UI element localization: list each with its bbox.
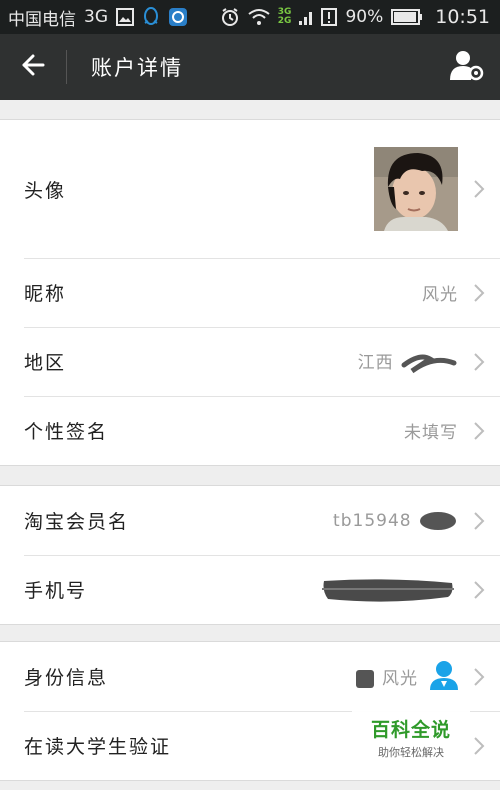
battery-icon [391, 9, 423, 25]
dual-network-indicator: 3G 2G [277, 7, 292, 26]
chevron-right-icon [458, 421, 500, 441]
verified-person-icon [430, 660, 458, 694]
carrier-label: 中国电信 [8, 9, 76, 30]
wifi-icon [248, 8, 270, 26]
notification-icon [321, 8, 338, 26]
status-bar: 中国电信 3G 3G 2G 90% 10:51 [0, 0, 500, 34]
back-arrow-icon [21, 54, 45, 80]
watermark: 百科全说 助你轻松解决 [352, 708, 470, 766]
region-row[interactable]: 地区 江西 [0, 327, 500, 396]
avatar-label: 头像 [24, 179, 67, 202]
signature-value: 未填写 [404, 423, 458, 443]
battery-percent: 90% [345, 7, 384, 27]
region-value: 江西 [358, 348, 458, 375]
taobao-name-row[interactable]: 淘宝会员名 tb15948 [0, 486, 500, 555]
region-label: 地区 [24, 352, 67, 374]
signal-icon [299, 9, 313, 25]
alarm-icon [220, 7, 240, 27]
phone-value [318, 575, 458, 605]
network-label: 3G [84, 7, 108, 27]
header: 账户详情 [0, 34, 500, 100]
taobao-name-text: tb15948 [333, 510, 412, 531]
redaction-scribble [401, 354, 457, 374]
phone-row[interactable]: 手机号 [0, 555, 500, 624]
signature-label: 个性签名 [24, 421, 109, 443]
avatar-row[interactable]: 头像 [0, 120, 500, 258]
nickname-label: 昵称 [24, 283, 67, 305]
user-settings-icon [449, 49, 485, 85]
identity-value: 风光 [354, 664, 418, 690]
taobao-name-value: tb15948 [333, 509, 458, 533]
page-title: 账户详情 [91, 56, 183, 80]
chevron-right-icon [458, 283, 500, 303]
watermark-main: 百科全说 [370, 718, 451, 741]
identity-row[interactable]: 身份信息 风光 [0, 642, 500, 711]
student-verification-label: 在读大学生验证 [24, 736, 172, 758]
chevron-right-icon [458, 667, 500, 687]
chevron-right-icon [458, 580, 500, 600]
phone-label: 手机号 [24, 580, 88, 602]
nickname-row[interactable]: 昵称 风光 [0, 258, 500, 327]
title-divider [66, 50, 67, 84]
region-text: 江西 [357, 353, 394, 373]
identity-text: 风光 [382, 668, 418, 689]
redaction-scribble [322, 578, 454, 602]
chevron-right-icon [458, 179, 500, 199]
nickname-value: 风光 [422, 285, 458, 305]
redaction-scribble [355, 669, 374, 688]
account-group: 淘宝会员名 tb15948 手机号 [0, 485, 500, 625]
signature-row[interactable]: 个性签名 未填写 [0, 396, 500, 465]
clock: 10:51 [435, 6, 490, 28]
redaction-scribble [420, 511, 456, 530]
chevron-right-icon [458, 352, 500, 372]
profile-group: 头像 昵称 风光 地区 江西 个性签名 未填写 [0, 119, 500, 466]
account-settings-button[interactable] [434, 34, 500, 100]
image-icon [116, 8, 134, 26]
back-button[interactable] [0, 34, 66, 100]
identity-label: 身份信息 [24, 667, 109, 689]
avatar [374, 147, 458, 231]
app-icon [168, 7, 188, 27]
watermark-sub: 助你轻松解决 [378, 745, 444, 759]
taobao-name-label: 淘宝会员名 [24, 511, 130, 533]
qq-icon [142, 7, 160, 27]
chevron-right-icon [458, 511, 500, 531]
